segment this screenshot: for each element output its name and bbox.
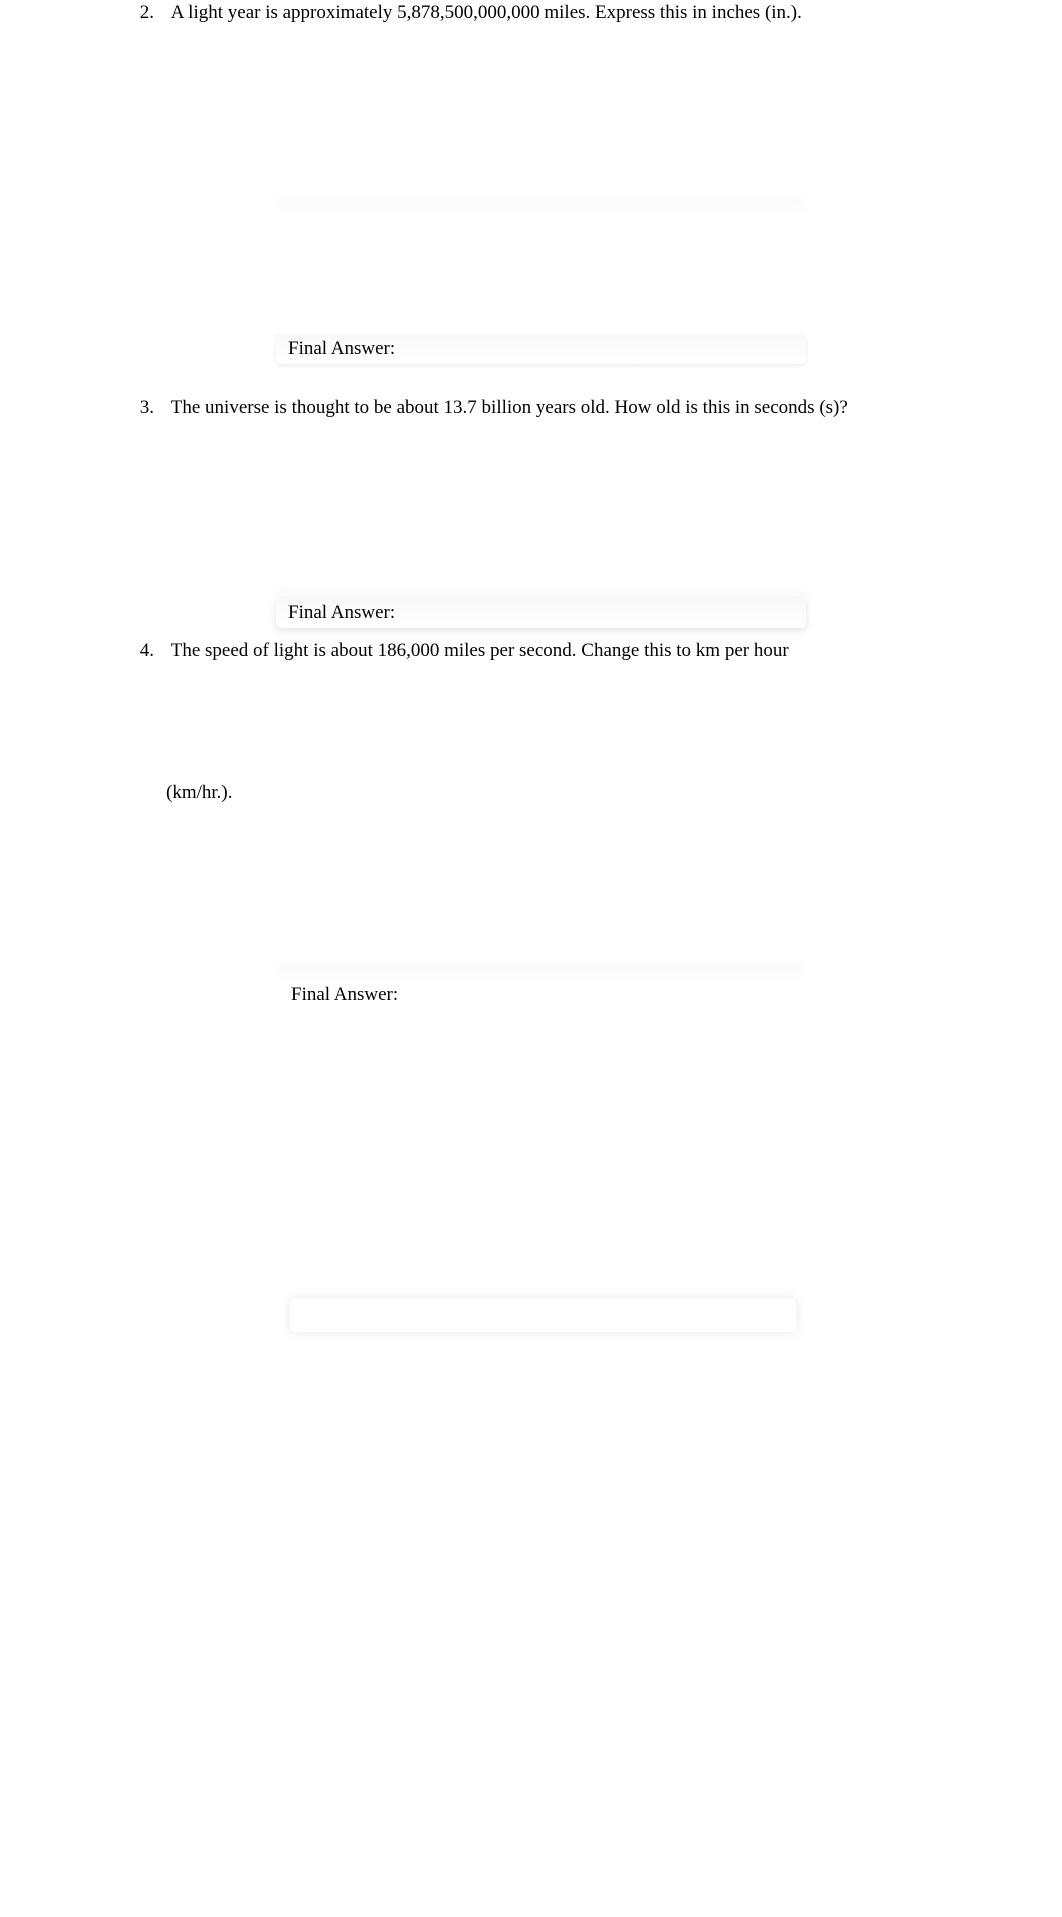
question-number-4: 4.	[126, 640, 154, 662]
empty-answer-box	[290, 1298, 796, 1332]
blurred-content-2	[276, 196, 806, 210]
question-2: 2. A light year is approximately 5,878,5…	[126, 2, 956, 24]
final-answer-label-3: Final Answer:	[288, 602, 395, 623]
final-answer-box-2: Final Answer:	[276, 334, 806, 364]
question-text-4: The speed of light is about 186,000 mile…	[171, 640, 789, 662]
final-answer-label-2: Final Answer:	[288, 338, 395, 359]
question-text-2: A light year is approximately 5,878,500,…	[171, 2, 802, 24]
question-4: 4. The speed of light is about 186,000 m…	[126, 640, 956, 662]
question-text-3: The universe is thought to be about 13.7…	[171, 397, 848, 419]
question-number-2: 2.	[126, 2, 154, 24]
question-text-4-continuation: (km/hr.).	[166, 782, 233, 804]
final-answer-label-4: Final Answer:	[291, 984, 398, 1006]
question-number-3: 3.	[126, 397, 154, 419]
blurred-content-4	[276, 962, 806, 976]
final-answer-box-3: Final Answer:	[276, 598, 806, 628]
question-3: 3. The universe is thought to be about 1…	[126, 397, 956, 419]
